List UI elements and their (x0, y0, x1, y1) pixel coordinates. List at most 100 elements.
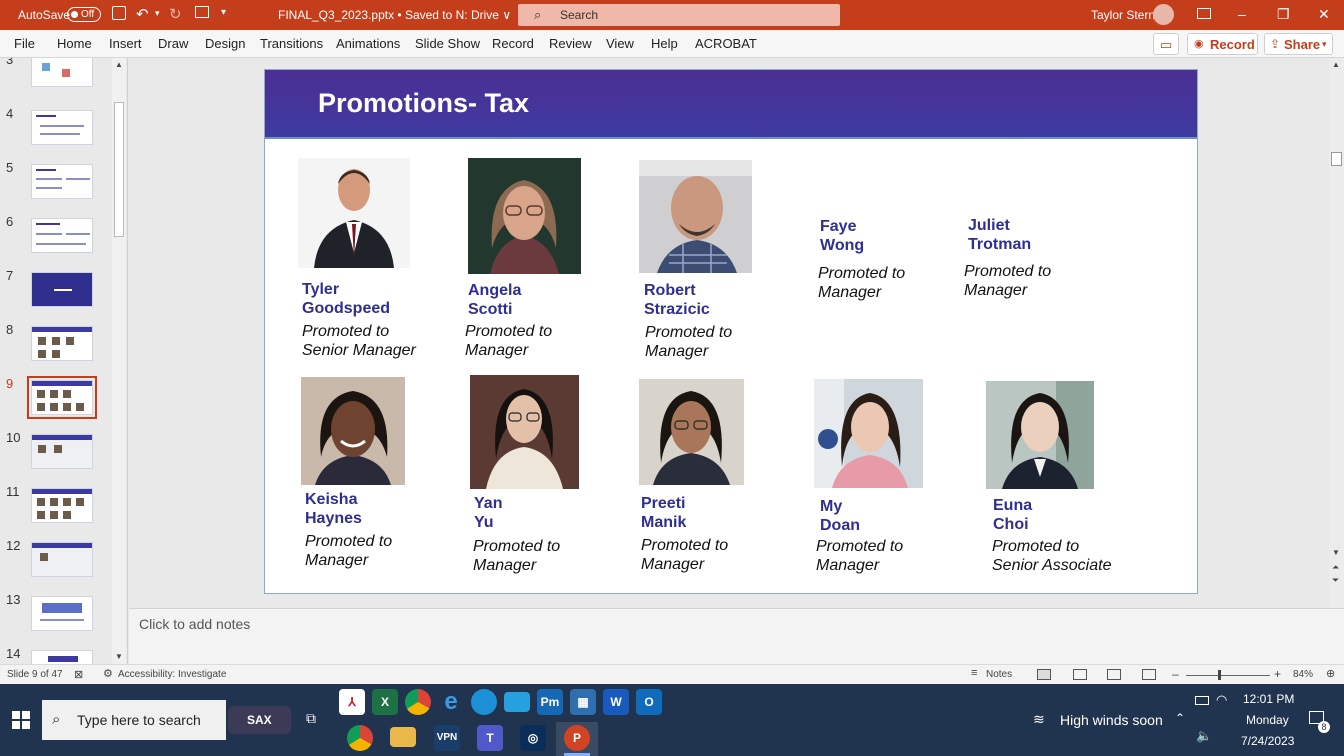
accessibility-icon[interactable]: ⚙ (103, 667, 113, 680)
chrome-taskbar-icon[interactable] (347, 725, 373, 751)
reading-view-icon[interactable] (1107, 669, 1121, 680)
autosave-toggle[interactable]: Off (67, 7, 101, 22)
slide-sorter-icon[interactable] (1073, 669, 1087, 680)
present-icon[interactable] (195, 6, 209, 18)
edge-icon[interactable] (471, 689, 497, 715)
restore-icon[interactable]: ❐ (1277, 6, 1290, 23)
slide-thumbnail-9[interactable] (27, 376, 97, 419)
user-name[interactable]: Taylor Stern (1091, 8, 1155, 22)
comments-button[interactable]: ▭ (1153, 33, 1179, 55)
clock-time[interactable]: 12:01 PM (1243, 692, 1294, 706)
slide-thumbnail-8[interactable] (31, 326, 93, 361)
clock-date[interactable]: 7/24/2023 (1241, 734, 1294, 748)
tab-slide-show[interactable]: Slide Show (415, 36, 480, 51)
photo-tyler-goodspeed[interactable] (298, 158, 410, 268)
desktop-app-icon[interactable] (504, 692, 530, 712)
notes-placeholder[interactable]: Click to add notes (139, 616, 250, 632)
volume-icon[interactable]: 🔈 (1196, 728, 1212, 744)
previous-slide-icon[interactable]: ⏶ (1332, 562, 1339, 573)
tab-review[interactable]: Review (549, 36, 592, 51)
photo-keisha-haynes[interactable] (301, 377, 405, 485)
sax-button[interactable]: SAX (228, 706, 291, 734)
redo-icon[interactable]: ↻ (169, 5, 182, 23)
tab-acrobat[interactable]: ACROBAT (695, 36, 757, 51)
word-icon[interactable]: W (603, 689, 629, 715)
notes-pane[interactable]: Click to add notes (129, 608, 1344, 664)
tab-home[interactable]: Home (57, 36, 92, 51)
calculator-app-icon[interactable]: ▦ (570, 689, 596, 715)
outlook-icon[interactable]: O (636, 689, 662, 715)
webex-icon[interactable]: ◎ (520, 725, 546, 751)
photo-euna-choi[interactable] (986, 381, 1094, 489)
slide-thumbnail-4[interactable] (31, 110, 93, 145)
slide-thumbnail-7[interactable] (31, 272, 93, 307)
tab-design[interactable]: Design (205, 36, 245, 51)
ribbon-display-icon[interactable] (1197, 8, 1211, 19)
tab-view[interactable]: View (606, 36, 634, 51)
customize-qat-icon[interactable]: ▾ (221, 7, 226, 18)
slide-thumbnail-11[interactable] (31, 488, 93, 523)
slide-thumbnail-10[interactable] (31, 434, 93, 469)
powerpoint-taskbar-active[interactable]: P (556, 722, 598, 756)
zoom-out-icon[interactable]: – (1172, 667, 1179, 681)
battery-icon[interactable] (1195, 696, 1209, 705)
share-button[interactable]: ⇪ Share ▾ (1264, 33, 1333, 55)
clock-day[interactable]: Monday (1246, 713, 1289, 727)
file-title[interactable]: FINAL_Q3_2023.pptx • Saved to N: Drive ∨ (278, 8, 511, 22)
scroll-up-icon[interactable]: ▲ (115, 60, 123, 69)
normal-view-icon[interactable] (1037, 669, 1051, 680)
record-button[interactable]: ◉ Record (1187, 33, 1258, 55)
accessibility-status[interactable]: Accessibility: Investigate (118, 669, 226, 680)
scroll-down-icon[interactable]: ▼ (1332, 548, 1340, 557)
wifi-icon[interactable]: ◠ (1216, 692, 1227, 708)
photo-angela-scotti[interactable] (468, 158, 581, 274)
taskbar-search-box[interactable]: ⌕ Type here to search (42, 700, 226, 740)
chrome-icon[interactable] (405, 689, 431, 715)
windows-start-icon[interactable] (12, 711, 30, 729)
teams-icon[interactable]: T (477, 725, 503, 751)
minimize-icon[interactable]: – (1238, 6, 1246, 22)
slide-thumbnail-13[interactable] (31, 596, 93, 631)
weather-text[interactable]: High winds soon (1060, 712, 1163, 728)
vpn-icon[interactable]: VPN (434, 725, 460, 751)
slide-thumbnail-5[interactable] (31, 164, 93, 199)
slide-thumbnail-pane[interactable]: 3 4 5 6 7 8 9 10 11 12 13 14 ▲ ▼ (0, 58, 128, 664)
avatar[interactable] (1153, 4, 1174, 25)
file-explorer-icon[interactable] (390, 727, 416, 747)
slide-thumbnail-14[interactable] (31, 650, 93, 664)
notes-button[interactable]: Notes (986, 669, 1012, 680)
zoom-level[interactable]: 84% (1293, 669, 1313, 680)
tab-record[interactable]: Record (492, 36, 534, 51)
pm-app-icon[interactable]: Pm (537, 689, 563, 715)
scroll-thumb[interactable] (1331, 152, 1342, 166)
photo-robert-strazicic[interactable] (639, 160, 752, 273)
tab-draw[interactable]: Draw (158, 36, 188, 51)
scroll-thumb[interactable] (114, 102, 124, 237)
acrobat-icon[interactable]: ⅄ (339, 689, 365, 715)
spelling-check-icon[interactable]: ⊠ (74, 668, 83, 681)
tab-help[interactable]: Help (651, 36, 678, 51)
notes-icon[interactable]: ≡ (971, 667, 977, 679)
slide-thumbnail-3[interactable] (31, 58, 93, 87)
scroll-up-icon[interactable]: ▲ (1332, 60, 1340, 69)
thumbnail-scrollbar[interactable]: ▲ ▼ (112, 58, 126, 664)
tab-insert[interactable]: Insert (109, 36, 142, 51)
excel-icon[interactable]: X (372, 689, 398, 715)
zoom-in-icon[interactable]: + (1274, 667, 1281, 681)
save-icon[interactable] (112, 6, 126, 20)
task-view-icon[interactable]: ⧉ (306, 710, 316, 727)
slideshow-view-icon[interactable] (1142, 669, 1156, 680)
slide-canvas[interactable]: Promotions- Tax Tyler Goodspeed Promoted… (264, 69, 1198, 594)
next-slide-icon[interactable]: ⏷ (1332, 575, 1339, 586)
photo-my-doan[interactable] (814, 379, 923, 488)
slide-title[interactable]: Promotions- Tax (318, 88, 529, 119)
search-box[interactable]: ⌕ Search (518, 4, 840, 26)
undo-icon[interactable]: ↶ (136, 5, 149, 23)
undo-dropdown-icon[interactable]: ▾ (155, 8, 160, 19)
zoom-slider-thumb[interactable] (1218, 670, 1221, 680)
slide-scrollbar[interactable]: ▲ ▼ ⏶ ⏷ (1329, 58, 1344, 608)
slide-thumbnail-12[interactable] (31, 542, 93, 577)
show-hidden-icons[interactable]: ⌃ (1175, 711, 1185, 725)
tab-transitions[interactable]: Transitions (260, 36, 323, 51)
photo-yan-yu[interactable] (470, 375, 579, 489)
